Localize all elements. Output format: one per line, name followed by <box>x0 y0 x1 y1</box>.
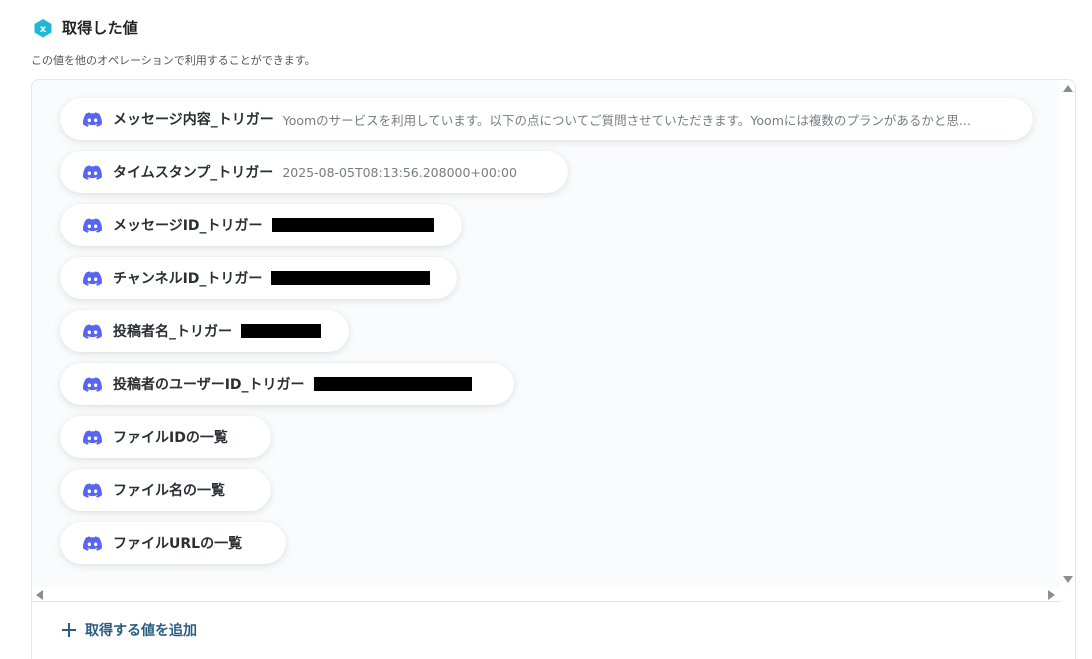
discord-icon <box>83 111 102 127</box>
value-chip-message-id[interactable]: メッセージID_トリガー <box>60 204 462 246</box>
scroll-left-arrow-icon[interactable] <box>36 590 43 600</box>
value-chip-author-name[interactable]: 投稿者名_トリガー <box>60 310 349 352</box>
value-chip-message-content[interactable]: メッセージ内容_トリガー Yoomのサービスを利用しています。以下の点についてご… <box>60 98 1033 140</box>
value-chip-author-user-id[interactable]: 投稿者のユーザーID_トリガー <box>60 363 514 405</box>
value-chip-preview: Yoomのサービスを利用しています。以下の点についてご質問させていただきます。Y… <box>282 112 971 128</box>
discord-icon <box>83 376 102 392</box>
value-chip-label: 投稿者名_トリガー <box>113 324 232 340</box>
value-chip-file-name-list[interactable]: ファイル名の一覧 <box>60 469 271 511</box>
value-chip-file-id-list[interactable]: ファイルIDの一覧 <box>60 416 271 458</box>
plus-icon <box>62 623 76 637</box>
values-panel: メッセージ内容_トリガー Yoomのサービスを利用しています。以下の点についてご… <box>31 79 1076 659</box>
scroll-right-arrow-icon[interactable] <box>1048 590 1055 600</box>
redacted-value <box>241 324 321 338</box>
discord-icon <box>83 535 102 551</box>
value-chip-channel-id[interactable]: チャンネルID_トリガー <box>60 257 457 299</box>
value-chip-label: メッセージ内容_トリガー <box>113 112 274 128</box>
value-chip-file-url-list[interactable]: ファイルURLの一覧 <box>60 522 286 564</box>
vertical-scrollbar[interactable] <box>1060 80 1075 602</box>
value-chip-label: メッセージID_トリガー <box>113 218 263 234</box>
value-chip-label: ファイル名の一覧 <box>113 483 225 499</box>
section-title: 取得した値 <box>62 19 139 37</box>
scroll-up-arrow-icon[interactable] <box>1063 85 1073 92</box>
variable-x-icon: x <box>34 18 52 37</box>
svg-text:x: x <box>40 24 47 35</box>
value-chip-label: ファイルURLの一覧 <box>113 536 243 552</box>
discord-icon <box>83 429 102 445</box>
section-header: x 取得した値 <box>33 17 138 38</box>
discord-icon <box>83 482 102 498</box>
section-description: この値を他のオペレーションで利用することができます。 <box>31 54 316 67</box>
redacted-value <box>271 218 434 232</box>
scroll-down-arrow-icon[interactable] <box>1063 576 1073 583</box>
redacted-value <box>313 377 472 391</box>
value-chip-label: 投稿者のユーザーID_トリガー <box>113 377 305 393</box>
values-scroll-area: メッセージ内容_トリガー Yoomのサービスを利用しています。以下の点についてご… <box>32 80 1061 587</box>
add-value-label: 取得する値を追加 <box>85 623 197 639</box>
discord-icon <box>83 164 102 180</box>
add-value-button[interactable]: 取得する値を追加 <box>62 620 197 640</box>
discord-icon <box>83 270 102 286</box>
value-chip-label: ファイルIDの一覧 <box>113 430 228 446</box>
discord-icon <box>83 217 102 233</box>
redacted-value <box>271 271 431 285</box>
value-chip-timestamp[interactable]: タイムスタンプ_トリガー 2025-08-05T08:13:56.208000+… <box>60 151 568 193</box>
value-chip-preview: 2025-08-05T08:13:56.208000+00:00 <box>282 164 517 180</box>
value-chip-label: チャンネルID_トリガー <box>113 271 263 287</box>
discord-icon <box>83 323 102 339</box>
value-chip-label: タイムスタンプ_トリガー <box>113 165 274 181</box>
horizontal-scrollbar[interactable] <box>32 587 1061 602</box>
